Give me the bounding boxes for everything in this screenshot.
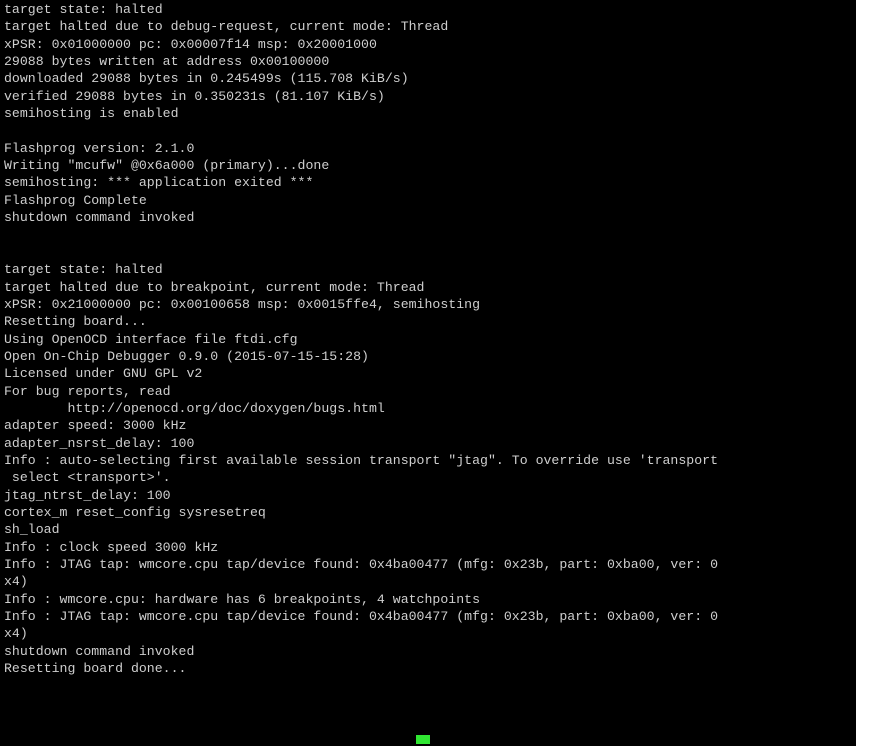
terminal-line: jtag_ntrst_delay: 100 bbox=[4, 487, 171, 503]
terminal-line: Licensed under GNU GPL v2 bbox=[4, 366, 203, 382]
terminal-line: semihosting is enabled bbox=[4, 106, 179, 122]
terminal-line: 29088 bytes written at address 0x0010000… bbox=[4, 54, 330, 70]
terminal-line: Flashprog Complete bbox=[4, 192, 147, 208]
right-margin bbox=[856, 0, 869, 751]
terminal-line: xPSR: 0x01000000 pc: 0x00007f14 msp: 0x2… bbox=[4, 36, 377, 52]
terminal-line: adapter_nsrst_delay: 100 bbox=[4, 435, 195, 451]
terminal-line: target halted due to breakpoint, current… bbox=[4, 279, 425, 295]
terminal-line: target state: halted bbox=[4, 2, 163, 17]
terminal-line: Resetting board... bbox=[4, 314, 147, 330]
bottom-margin bbox=[0, 746, 869, 751]
terminal-line: x4) bbox=[4, 574, 28, 590]
terminal-line: shutdown command invoked bbox=[4, 210, 195, 226]
terminal-line: verified 29088 bytes in 0.350231s (81.10… bbox=[4, 88, 385, 104]
terminal-line: target state: halted bbox=[4, 262, 163, 278]
terminal-line-container: target state: halted target halted due to… bbox=[4, 1, 856, 677]
terminal-line: Info : wmcore.cpu: hardware has 6 breakp… bbox=[4, 591, 481, 607]
terminal-cursor bbox=[416, 735, 430, 744]
terminal-line: x4) bbox=[4, 626, 28, 642]
terminal-line: http://openocd.org/doc/doxygen/bugs.html bbox=[4, 400, 385, 416]
terminal-line: sh_load bbox=[4, 522, 60, 538]
terminal-line: semihosting: *** application exited *** bbox=[4, 175, 314, 191]
terminal-line: Resetting board done... bbox=[4, 661, 187, 677]
terminal-line: Info : JTAG tap: wmcore.cpu tap/device f… bbox=[4, 557, 719, 572]
terminal-line: Writing "mcufw" @0x6a000 (primary)...don… bbox=[4, 158, 330, 174]
terminal-line: target halted due to debug-request, curr… bbox=[4, 19, 449, 35]
terminal-line: Using OpenOCD interface file ftdi.cfg bbox=[4, 331, 298, 347]
terminal-line: adapter speed: 3000 kHz bbox=[4, 418, 187, 434]
terminal-line: downloaded 29088 bytes in 0.245499s (115… bbox=[4, 71, 409, 87]
terminal-line: cortex_m reset_config sysresetreq bbox=[4, 504, 266, 520]
terminal-line: Info : auto-selecting first available se… bbox=[4, 452, 719, 468]
terminal-output-pane[interactable]: target state: halted target halted due to… bbox=[0, 0, 856, 746]
terminal-line: Info : JTAG tap: wmcore.cpu tap/device f… bbox=[4, 609, 719, 625]
terminal-line: xPSR: 0x21000000 pc: 0x00100658 msp: 0x0… bbox=[4, 296, 481, 312]
terminal-line: For bug reports, read bbox=[4, 383, 171, 399]
terminal-line: Info : clock speed 3000 kHz bbox=[4, 539, 219, 555]
terminal-line: shutdown command invoked bbox=[4, 643, 195, 659]
terminal-line: Flashprog version: 2.1.0 bbox=[4, 140, 195, 156]
terminal-line: Open On-Chip Debugger 0.9.0 (2015-07-15-… bbox=[4, 348, 369, 364]
terminal-line: select <transport>'. bbox=[4, 470, 171, 486]
